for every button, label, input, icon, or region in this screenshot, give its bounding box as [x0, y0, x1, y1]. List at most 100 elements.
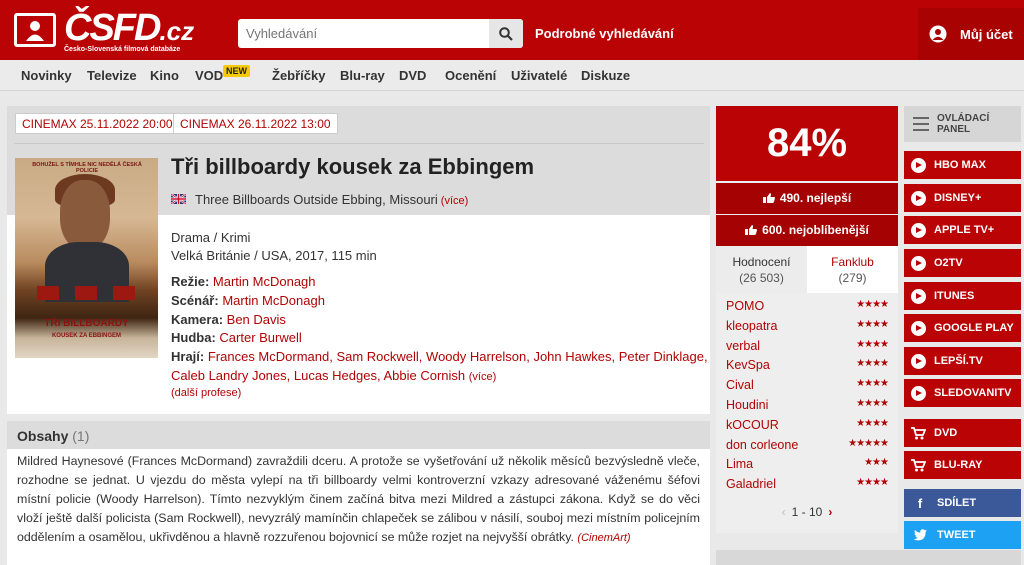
user-name-link[interactable]: POMO	[726, 299, 764, 313]
user-name-link[interactable]: Galadriel	[726, 477, 776, 491]
logo-subtitle: Česko-Slovenská filmová databáze	[64, 46, 181, 53]
vod-service-button[interactable]: SLEDOVANITV	[904, 379, 1021, 407]
user-rating-row: KevSpa ★★★★	[716, 355, 898, 375]
search-button[interactable]	[489, 19, 523, 48]
star-rating: ★★★★	[856, 397, 889, 409]
tab-fanclub[interactable]: Fanklub (279)	[807, 246, 898, 293]
main-nav: Novinky Televize Kino VOD NEW Žebříčky Bl…	[0, 60, 1024, 91]
nav-item-uzivatele[interactable]: Uživatelé	[511, 68, 567, 83]
film-title: Tři billboardy kousek za Ebbingem	[171, 154, 535, 179]
vod-service-button[interactable]: LEPŠÍ.TV	[904, 347, 1021, 375]
favorite-rank-link[interactable]: 600. nejoblíbenější	[716, 215, 898, 246]
nav-item-dvd[interactable]: DVD	[399, 68, 426, 83]
vod-service-button[interactable]: HBO MAX	[904, 151, 1021, 179]
star-rating: ★★★★	[856, 417, 889, 429]
control-panel-label: OVLÁDACÍ PANEL	[937, 113, 990, 135]
screenwriter-link[interactable]: Martin McDonagh	[222, 293, 325, 308]
plot-heading: Obsahy (1)	[7, 421, 710, 449]
tab-ratings[interactable]: Hodnocení (26 503)	[716, 246, 807, 293]
star-rating: ★★★★	[856, 299, 889, 310]
twitter-icon	[913, 529, 927, 541]
nav-item-televize[interactable]: Televize	[87, 68, 137, 83]
poster-art	[113, 286, 135, 300]
poster-title: TŘI BILLBOARDY KOUSEK ZA EBBINGEM	[44, 318, 129, 339]
play-icon	[911, 320, 926, 336]
more-titles-link[interactable]: (více)	[441, 195, 469, 207]
uk-flag-icon	[171, 194, 186, 204]
thumbs-up-icon	[762, 193, 775, 203]
film-poster[interactable]: BOHUŽEL S TÍMHLE NIC NEDĚLÁ ČESKÁ POLICI…	[15, 158, 158, 358]
star-rating: ★★★★	[856, 318, 889, 330]
play-icon	[911, 255, 926, 271]
user-rating-row: don corleone ★★★★★	[716, 435, 898, 455]
nav-item-vod[interactable]: VOD NEW	[195, 65, 250, 83]
poster-art	[75, 286, 97, 300]
user-name-link[interactable]: Lima	[726, 457, 753, 471]
play-icon	[911, 222, 926, 238]
user-rating-row: Lima ★★★	[716, 454, 898, 474]
nav-item-kino[interactable]: Kino	[150, 68, 179, 83]
search-input[interactable]	[238, 19, 488, 48]
nav-item-novinky[interactable]: Novinky	[21, 68, 72, 83]
cart-icon	[911, 458, 926, 471]
control-panel-button[interactable]: OVLÁDACÍ PANEL	[904, 106, 1021, 142]
vod-service-button[interactable]: GOOGLE PLAY	[904, 314, 1021, 342]
twitter-share-button[interactable]: TWEET	[904, 521, 1021, 549]
nav-item-bluray[interactable]: Blu-ray	[340, 68, 385, 83]
nav-item-oceneni[interactable]: Ocenění	[445, 68, 496, 83]
user-name-link[interactable]: Cival	[726, 378, 754, 392]
rating-percent: 84%	[716, 106, 898, 181]
camera-link[interactable]: Ben Davis	[227, 312, 286, 327]
cast-links[interactable]: Caleb Landry Jones, Lucas Hedges, Abbie …	[171, 368, 465, 383]
user-name-link[interactable]: kleopatra	[726, 319, 777, 333]
cast-links[interactable]: Frances McDormand, Sam Rockwell, Woody H…	[208, 349, 708, 364]
user-ratings-list: POMO ★★★★ kleopatra ★★★★ verbal ★★★★ KevSpa ★★★…	[716, 296, 898, 494]
logo[interactable]: ČSFD.cz Česko-Slovenská filmová databáze	[14, 8, 194, 54]
pager-prev-icon[interactable]: ‹	[782, 505, 786, 519]
user-name-link[interactable]: verbal	[726, 339, 760, 353]
play-icon	[911, 190, 926, 206]
rating-tabs: Hodnocení (26 503) Fanklub (279)	[716, 246, 898, 293]
cinema-showtime-button[interactable]: CINEMAX 25.11.2022 20:00	[15, 113, 180, 134]
user-rating-row: verbal ★★★★	[716, 336, 898, 356]
vod-service-button[interactable]: DISNEY+	[904, 184, 1021, 212]
cart-icon	[911, 426, 926, 439]
film-origin: Velká Británie / USA, 2017, 115 min	[171, 248, 377, 263]
advanced-search-link[interactable]: Podrobné vyhledávání	[535, 26, 674, 41]
shop-button[interactable]: DVD	[904, 419, 1021, 447]
vod-service-button[interactable]: O2TV	[904, 249, 1021, 277]
nav-item-zebricky[interactable]: Žebříčky	[272, 68, 325, 83]
vod-service-button[interactable]: ITUNES	[904, 282, 1021, 310]
facebook-share-button[interactable]: f SDÍLET	[904, 489, 1021, 517]
star-rating: ★★★★	[856, 378, 889, 390]
user-name-link[interactable]: kOCOUR	[726, 418, 779, 432]
best-rank-link[interactable]: 490. nejlepší	[716, 183, 898, 214]
thumbs-up-icon	[745, 225, 758, 235]
user-name-link[interactable]: Houdini	[726, 398, 768, 412]
user-rating-row: POMO ★★★★	[716, 296, 898, 316]
star-rating: ★★★★	[856, 477, 889, 489]
film-genre: Drama / Krimi	[171, 230, 251, 245]
composer-link[interactable]: Carter Burwell	[219, 330, 301, 345]
user-name-link[interactable]: don corleone	[726, 438, 798, 452]
other-professions-link[interactable]: (další profese)	[171, 387, 241, 399]
user-icon	[929, 25, 947, 43]
user-rating-row: Cival ★★★★	[716, 375, 898, 395]
account-button[interactable]: Můj účet	[918, 8, 1024, 60]
user-name-link[interactable]: KevSpa	[726, 358, 770, 372]
search-icon	[499, 26, 513, 41]
director-link[interactable]: Martin McDonagh	[213, 274, 316, 289]
divider	[14, 143, 704, 144]
play-icon	[911, 157, 926, 173]
more-cast-link[interactable]: (více)	[469, 371, 497, 383]
facebook-icon: f	[917, 495, 923, 511]
nav-item-diskuze[interactable]: Diskuze	[581, 68, 630, 83]
cinema-showtime-button[interactable]: CINEMAX 26.11.2022 13:00	[173, 113, 338, 134]
crew-camera: Kamera: Ben Davis	[171, 312, 286, 327]
pager-next-icon[interactable]: ›	[828, 505, 832, 519]
film-info-panel: CINEMAX 25.11.2022 20:00 CINEMAX 26.11.2…	[7, 106, 710, 414]
logo-icon	[14, 13, 56, 47]
vod-service-button[interactable]: APPLE TV+	[904, 216, 1021, 244]
shop-button[interactable]: BLU-RAY	[904, 451, 1021, 479]
ratings-pager: ‹ 1 - 10 ›	[716, 505, 898, 519]
